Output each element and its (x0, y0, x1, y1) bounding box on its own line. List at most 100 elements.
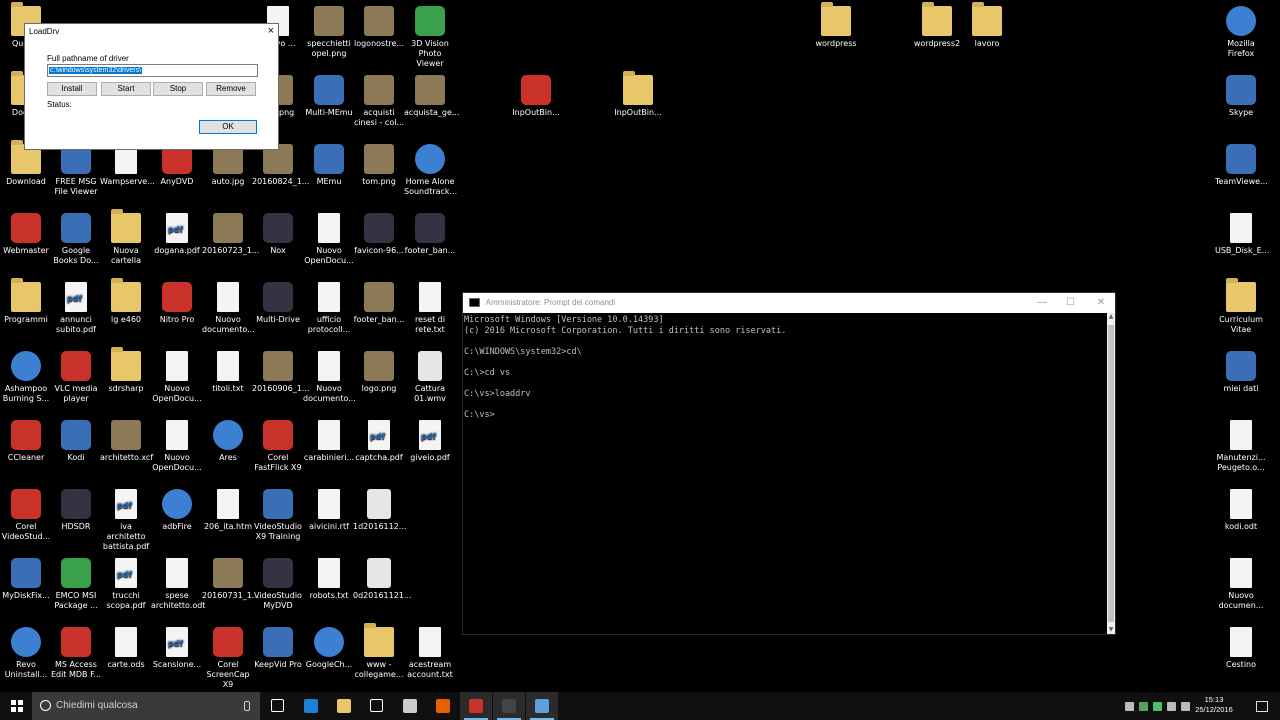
desktop-icon[interactable]: Manutenzi... Peugeto.o... (1215, 420, 1267, 473)
desktop-icon[interactable]: auto.jpg (202, 144, 254, 187)
desktop-icon[interactable]: AnyDVD (151, 144, 203, 187)
desktop-icon[interactable]: Nox (252, 213, 304, 256)
desktop-icon[interactable]: Nuovo OpenDocu... (303, 213, 355, 266)
desktop-icon[interactable]: trucchi scopa.pdf (100, 558, 152, 611)
desktop-icon[interactable]: Nuova cartella (100, 209, 152, 266)
desktop-icon[interactable]: favicon-96... (353, 213, 405, 256)
taskbar-cmd-button[interactable] (493, 692, 525, 720)
scrollbar[interactable]: ▲ ▼ (1107, 313, 1115, 634)
desktop-icon[interactable]: Nuovo documen... (1215, 558, 1267, 611)
desktop-icon[interactable]: giveio.pdf (404, 420, 456, 463)
taskbar-task-view-button[interactable] (262, 692, 294, 720)
desktop-icon[interactable]: Corel FastFlick X9 (252, 420, 304, 473)
desktop-icon[interactable]: logo.png (353, 351, 405, 394)
desktop-icon[interactable]: Nuovo documento... (202, 282, 255, 335)
desktop-icon[interactable]: titoli.txt (202, 351, 254, 394)
start-button[interactable]: Start (101, 82, 151, 96)
desktop-icon[interactable]: acestream account.txt (404, 627, 456, 680)
desktop-icon[interactable]: Cestino (1215, 627, 1267, 670)
desktop-icon[interactable]: robots.txt (303, 558, 355, 601)
desktop-icon[interactable]: 20160723_1... (202, 213, 259, 256)
desktop-icon[interactable]: Nitro Pro (151, 282, 203, 325)
desktop-icon[interactable]: Nuovo documento... (303, 351, 356, 404)
desktop-icon[interactable]: Multi-Drive (252, 282, 304, 325)
cmd-output[interactable]: Microsoft Windows [Versione 10.0.14393](… (463, 313, 1107, 634)
desktop-icon[interactable]: iva architetto battista.pdf (100, 489, 152, 552)
desktop-icon[interactable]: carabinieri... (303, 420, 355, 463)
scroll-up-icon[interactable]: ▲ (1107, 313, 1115, 321)
desktop-icon[interactable]: VideoStudio MyDVD (252, 558, 304, 611)
desktop-icon[interactable]: annunci subito.pdf (50, 282, 102, 335)
desktop-icon[interactable]: 20160824_1... (252, 144, 309, 187)
app-tray-icon[interactable] (1139, 702, 1148, 711)
scroll-thumb[interactable] (1108, 325, 1114, 622)
desktop-icon[interactable]: lavoro (961, 2, 1013, 49)
desktop-icon[interactable]: Revo Uninstall... (0, 627, 52, 680)
desktop-icon[interactable]: adbFire (151, 489, 203, 532)
minimize-icon[interactable]: — (1037, 293, 1047, 313)
desktop-icon[interactable]: reset di rete.txt (404, 282, 456, 335)
desktop-icon[interactable]: 1d2016112... (353, 489, 406, 532)
desktop-icon[interactable]: Wampserve... (100, 144, 155, 187)
desktop-icon[interactable]: Kodi (50, 420, 102, 463)
desktop-icon[interactable]: Webmaster (0, 213, 52, 256)
desktop-icon[interactable]: acquista_ge... (404, 75, 460, 118)
desktop-icon[interactable]: Google Books Do... (50, 213, 102, 266)
battery-icon[interactable] (1153, 702, 1162, 711)
network-icon[interactable] (1167, 702, 1176, 711)
close-icon[interactable]: ✕ (1097, 293, 1105, 313)
desktop-icon[interactable]: 3D Vision Photo Viewer (404, 6, 456, 69)
desktop-icon[interactable]: lg e460 (100, 278, 152, 325)
loaddrv-titlebar[interactable]: LoadDrv × (25, 24, 278, 40)
desktop-icon[interactable]: Nuovo OpenDocu... (151, 420, 203, 473)
desktop-icon[interactable]: Corel ScreenCap X9 (202, 627, 254, 690)
desktop-icon[interactable]: MyDiskFix... (0, 558, 52, 601)
desktop-icon[interactable]: Ashampoo Burning S... (0, 351, 52, 404)
desktop-icon[interactable]: www - collegame... (353, 623, 405, 680)
desktop-icon[interactable]: EMCO MSI Package ... (50, 558, 102, 611)
desktop-icon[interactable]: FREE MSG File Viewer (50, 144, 102, 197)
desktop-icon[interactable]: ufficio protocoll... (303, 282, 355, 335)
maximize-icon[interactable]: ☐ (1066, 293, 1075, 313)
search-box[interactable]: Chiedimi qualcosa (32, 692, 260, 720)
desktop-icon[interactable]: miei dati (1215, 351, 1267, 394)
desktop-icon[interactable]: dogana.pdf (151, 213, 203, 256)
desktop-icon[interactable]: InpOutBin... (612, 71, 664, 118)
desktop-icon[interactable]: MEmu (303, 144, 355, 187)
desktop-icon[interactable]: wordpress2 (911, 2, 963, 49)
desktop-icon[interactable]: USB_Disk_E... (1215, 213, 1269, 256)
desktop-icon[interactable]: kodi.odt (1215, 489, 1267, 532)
clock[interactable]: 15:13 25/12/2016 (1192, 695, 1236, 715)
ok-button[interactable]: OK (199, 120, 257, 134)
desktop-icon[interactable]: Corel VideoStud... (0, 489, 52, 542)
desktop-icon[interactable]: InpOutBin... (510, 75, 562, 118)
stop-button[interactable]: Stop (153, 82, 203, 96)
desktop-icon[interactable]: Download (0, 140, 52, 187)
notifications-icon[interactable] (1256, 701, 1268, 712)
scroll-down-icon[interactable]: ▼ (1107, 626, 1115, 634)
desktop-icon[interactable]: Scansione... (151, 627, 203, 670)
taskbar-loaddrv-button[interactable] (526, 692, 558, 720)
desktop-icon[interactable]: GoogleCh... (303, 627, 355, 670)
install-button[interactable]: Install (47, 82, 97, 96)
microphone-icon[interactable] (244, 701, 250, 711)
desktop-icon[interactable]: KeepVid Pro (252, 627, 304, 670)
taskbar-firefox-button[interactable] (427, 692, 459, 720)
close-icon[interactable]: × (268, 24, 274, 38)
desktop-icon[interactable]: aivicini.rtf (303, 489, 355, 532)
desktop-icon[interactable]: 206_ita.htm (202, 489, 254, 532)
desktop-icon[interactable]: footer_ban... (404, 213, 456, 256)
volume-icon[interactable] (1181, 702, 1190, 711)
desktop-icon[interactable]: specchietti opel.png (303, 6, 355, 59)
start-button[interactable] (0, 692, 32, 720)
cmd-titlebar[interactable]: Amministratore: Prompt dei comandi — ☐ ✕ (463, 293, 1115, 313)
desktop-icon[interactable]: Ares (202, 420, 254, 463)
taskbar-file-explorer-button[interactable] (328, 692, 360, 720)
shield-icon[interactable] (1125, 702, 1134, 711)
desktop-icon[interactable]: Skype (1215, 75, 1267, 118)
desktop-icon[interactable]: Cattura 01.wmv (404, 351, 456, 404)
taskbar-store-button[interactable] (361, 692, 393, 720)
desktop-icon[interactable]: Programmi (0, 278, 52, 325)
driver-path-input[interactable]: c:\windows\system32\drivers\ (47, 64, 258, 77)
desktop-icon[interactable]: Mozilla Firefox (1215, 6, 1267, 59)
